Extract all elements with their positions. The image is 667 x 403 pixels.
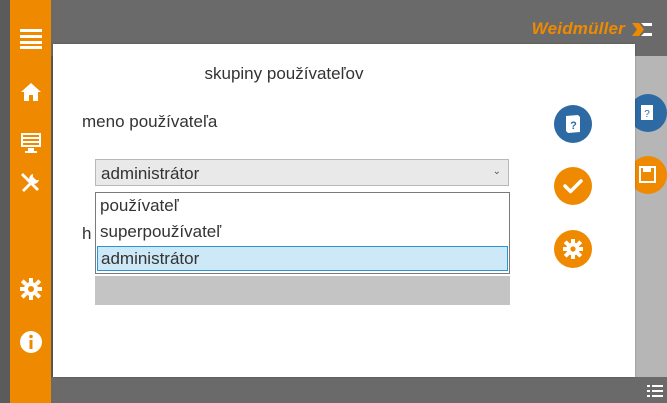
bottom-bar (51, 377, 667, 403)
svg-text:?: ? (570, 120, 577, 132)
option-administrator[interactable]: administrátor (97, 246, 508, 271)
monitor-icon[interactable] (19, 130, 43, 154)
user-group-select-value: administrátor (101, 164, 200, 183)
settings-button[interactable] (554, 230, 592, 268)
help-book-icon: ? (566, 115, 580, 133)
info-icon[interactable] (19, 330, 43, 354)
brand-mark-icon (632, 23, 652, 36)
home-icon[interactable] (19, 80, 43, 104)
list-icon[interactable] (647, 383, 663, 399)
username-label: meno používateľa (82, 112, 218, 131)
confirm-button[interactable] (554, 167, 592, 205)
option-superuser[interactable]: superpoužívateľ (97, 220, 508, 245)
background-panel: ? (629, 56, 667, 377)
checkmark-icon (563, 179, 583, 194)
tools-icon[interactable] (19, 170, 43, 194)
user-group-options-list: používateľ superpoužívateľ administrátor (95, 192, 510, 274)
gear-icon[interactable] (19, 277, 43, 301)
sidebar (10, 0, 51, 403)
dialog-title: skupiny používateľov (204, 64, 364, 83)
svg-text:?: ? (644, 109, 650, 120)
help-button[interactable]: ? (554, 105, 592, 143)
menu-icon[interactable] (19, 26, 43, 50)
user-groups-dialog: skupiny používateľov meno používateľa ad… (53, 44, 635, 377)
password-label: h (82, 224, 92, 243)
gear-icon (563, 239, 583, 259)
brand-logo: Weidmüller (531, 19, 625, 38)
user-group-select[interactable]: administrátor ⌄ (95, 159, 509, 186)
password-field[interactable] (95, 276, 510, 305)
option-user[interactable]: používateľ (97, 194, 508, 219)
chevron-down-icon: ⌄ (492, 166, 501, 177)
